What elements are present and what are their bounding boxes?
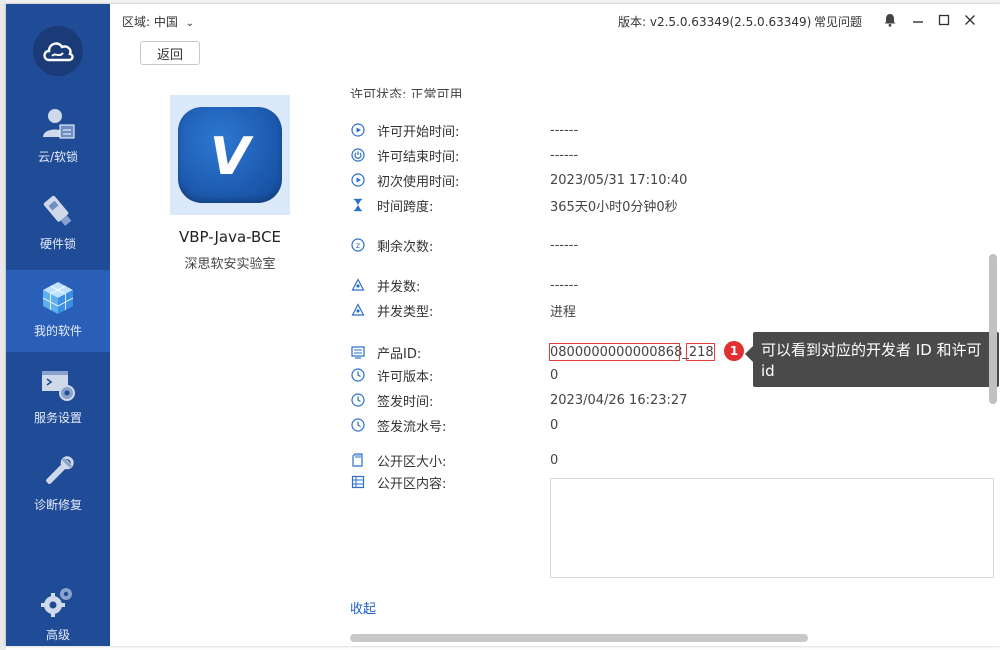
public-content-textarea[interactable]: [550, 478, 994, 578]
wrench-icon: [38, 452, 78, 492]
sidebar-item-label: 诊断修复: [33, 498, 82, 512]
monitor-icon: [350, 344, 366, 360]
detail-label: 剩余次数:: [377, 239, 434, 255]
detail-row-public-content: 公开区内容:: [350, 473, 550, 492]
detail-row-issue-time: 签发时间: 2023/04/26 16:23:27: [350, 391, 688, 410]
sidebar-item-label: 高级: [45, 628, 70, 642]
cube-icon: [38, 278, 78, 318]
detail-value: ------: [550, 237, 579, 253]
detail-label: 签发流水号:: [377, 419, 447, 435]
close-icon[interactable]: [962, 12, 978, 28]
detail-label: 公开区内容:: [377, 476, 447, 492]
grid-icon: [350, 474, 366, 490]
detail-row-serial-number: 签发流水号: 0: [350, 416, 559, 435]
minimize-icon[interactable]: [910, 12, 926, 28]
detail-row-product-id: 产品ID:: [350, 343, 550, 362]
clock-icon: [350, 367, 366, 383]
software-logo: V: [170, 95, 290, 215]
sidebar: 云/软锁 硬件锁 我的软件 服务设置 诊断修复 高级: [6, 4, 110, 646]
user-card-icon: [38, 104, 78, 144]
vertical-scrollbar-thumb[interactable]: [989, 254, 997, 404]
sidebar-item-label: 我的软件: [33, 324, 82, 338]
usb-key-icon: [38, 191, 78, 231]
v-logo-icon: V: [178, 107, 282, 203]
detail-row-license-version: 许可版本: 0: [350, 366, 559, 385]
detail-row-public-size: 公开区大小: 0: [350, 451, 559, 470]
sidebar-item-cloud-lock[interactable]: 云/软锁: [6, 96, 110, 178]
region-label: 区域:: [122, 15, 151, 29]
collapse-link[interactable]: 收起: [350, 598, 376, 617]
annotation-tooltip: 可以看到对应的开发者 ID 和许可 id: [745, 332, 999, 387]
clock-icon: [350, 392, 366, 408]
sidebar-item-advanced[interactable]: 高级: [6, 574, 110, 650]
triangle-nodes-icon: [350, 277, 366, 293]
detail-label: 并发数:: [377, 279, 421, 295]
detail-value: 0: [550, 452, 559, 468]
title-bar: 区域: 中国 ⌄ 版本: v2.5.0.63349(2.5.0.63349) 常…: [110, 4, 1000, 38]
detail-label: 产品ID:: [377, 346, 422, 362]
region-selector[interactable]: 区域: 中国 ⌄: [122, 13, 194, 30]
app-window: 云/软锁 硬件锁 我的软件 服务设置 诊断修复 高级 区域: 中国 ⌄ 版本: …: [6, 4, 1000, 646]
detail-label: 许可版本:: [377, 369, 434, 385]
sidebar-item-diagnose-repair[interactable]: 诊断修复: [6, 444, 110, 526]
sidebar-item-my-software[interactable]: 我的软件: [6, 270, 110, 352]
detail-value: 365天0小时0分钟0秒: [550, 199, 678, 215]
play-circle-icon: [350, 122, 366, 138]
detail-value: 0: [550, 367, 559, 383]
bell-icon[interactable]: [882, 12, 898, 28]
cloud-logo-icon: [33, 26, 83, 76]
detail-value: 2023/04/26 16:23:27: [550, 392, 688, 408]
chevron-down-icon: ⌄: [185, 18, 195, 29]
detail-label: 初次使用时间:: [377, 174, 460, 190]
sd-card-icon: [350, 452, 366, 468]
detail-value: ------: [550, 122, 579, 138]
faq-link[interactable]: 常见问题: [814, 13, 862, 30]
horizontal-scrollbar-thumb[interactable]: [350, 634, 808, 642]
partial-row: 许可状态: 正常可用: [350, 88, 463, 98]
detail-label: 公开区大小:: [377, 454, 447, 470]
detail-row-concurrency-type: 并发类型: 进程: [350, 301, 577, 320]
detail-row-first-use: 初次使用时间: 2023/05/31 17:10:40: [350, 171, 688, 190]
sidebar-item-label: 硬件锁: [39, 237, 76, 251]
detail-label: 并发类型:: [377, 304, 434, 320]
power-circle-icon: [350, 147, 366, 163]
sidebar-item-label: 云/软锁: [37, 150, 79, 164]
sidebar-item-hardware-lock[interactable]: 硬件锁: [6, 183, 110, 265]
detail-label: 签发时间:: [377, 394, 434, 410]
sidebar-item-service-settings[interactable]: 服务设置: [6, 357, 110, 439]
detail-row-license-start: 许可开始时间: ------: [350, 121, 579, 140]
detail-value: 2023/05/31 17:10:40: [550, 172, 688, 188]
region-value: 中国: [153, 15, 178, 29]
software-vendor: 深思软安实验室: [184, 257, 276, 272]
logo-letter: V: [210, 127, 254, 185]
detail-row-license-end: 许可结束时间: ------: [350, 146, 579, 165]
back-button[interactable]: 返回: [140, 41, 200, 65]
detail-label: 许可开始时间:: [377, 124, 460, 140]
hourglass-icon: [350, 197, 366, 213]
play-circle-icon: [350, 172, 366, 188]
license-id-highlight: [686, 343, 715, 361]
detail-value: 0: [550, 417, 559, 433]
counter-icon: z: [350, 237, 366, 253]
gears-icon: [38, 582, 78, 622]
clock-icon: [350, 417, 366, 433]
terminal-gear-icon: [38, 365, 78, 405]
detail-value: ------: [550, 147, 579, 163]
software-name: VBP-Java-BCE: [178, 228, 282, 246]
detail-label: 许可结束时间:: [377, 149, 460, 165]
developer-id-highlight: [549, 343, 680, 361]
sidebar-item-label: 服务设置: [33, 411, 82, 425]
triangle-nodes-icon: [350, 302, 366, 318]
detail-row-time-span: 时间跨度: 365天0小时0分钟0秒: [350, 196, 678, 215]
annotation-badge: 1: [724, 341, 744, 361]
maximize-icon[interactable]: [936, 12, 952, 28]
detail-value: ------: [550, 277, 579, 293]
detail-row-remaining-count: z 剩余次数: ------: [350, 236, 579, 255]
svg-text:z: z: [356, 241, 360, 250]
detail-row-concurrency: 并发数: ------: [350, 276, 579, 295]
detail-value: 进程: [550, 304, 577, 320]
detail-label: 时间跨度:: [377, 199, 434, 215]
version-text: 版本: v2.5.0.63349(2.5.0.63349): [618, 15, 812, 29]
